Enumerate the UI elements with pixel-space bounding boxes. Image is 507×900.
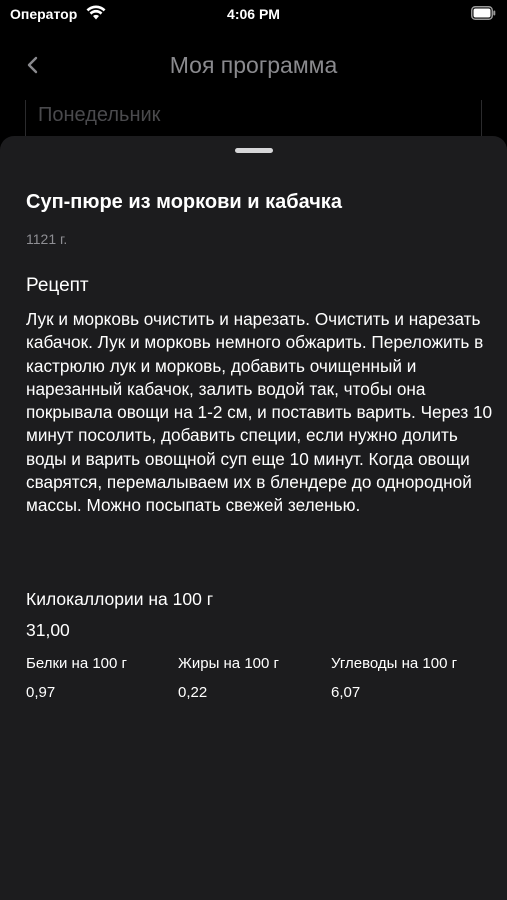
macro-value: 6,07 xyxy=(331,684,361,701)
dish-title: Суп-пюре из моркови и кабачка xyxy=(26,191,342,213)
recipe-sheet: Суп-пюре из моркови и кабачка 1121 г. Ре… xyxy=(0,136,507,900)
sheet-grabber-handle[interactable] xyxy=(235,148,273,153)
dish-weight: 1121 г. xyxy=(26,231,68,247)
macro-label: Жиры на 100 г xyxy=(178,655,279,672)
day-field[interactable]: Понедельник xyxy=(38,104,160,127)
macro-carbs: Углеводы на 100 г 6,07 xyxy=(331,655,457,701)
macro-fat: Жиры на 100 г 0,22 xyxy=(178,655,279,701)
page-title: Моя программа xyxy=(169,52,338,78)
recipe-heading: Рецепт xyxy=(26,275,89,296)
macro-value: 0,22 xyxy=(178,684,208,701)
status-bar: Оператор 4:06 PM xyxy=(0,0,507,30)
macro-protein: Белки на 100 г 0,97 xyxy=(26,655,127,701)
nav-bar: Моя программа xyxy=(0,40,507,100)
macro-value: 0,97 xyxy=(26,684,56,701)
kcal-value: 31,00 xyxy=(26,620,70,640)
recipe-text: Лук и морковь очистить и нарезать. Очист… xyxy=(26,309,493,516)
clock: 4:06 PM xyxy=(227,6,280,22)
macro-label: Углеводы на 100 г xyxy=(331,655,458,672)
battery-icon xyxy=(471,6,496,20)
kcal-label: Килокаллории на 100 г xyxy=(26,589,214,609)
divider xyxy=(25,100,26,136)
divider xyxy=(481,100,482,136)
macro-label: Белки на 100 г xyxy=(26,655,128,672)
